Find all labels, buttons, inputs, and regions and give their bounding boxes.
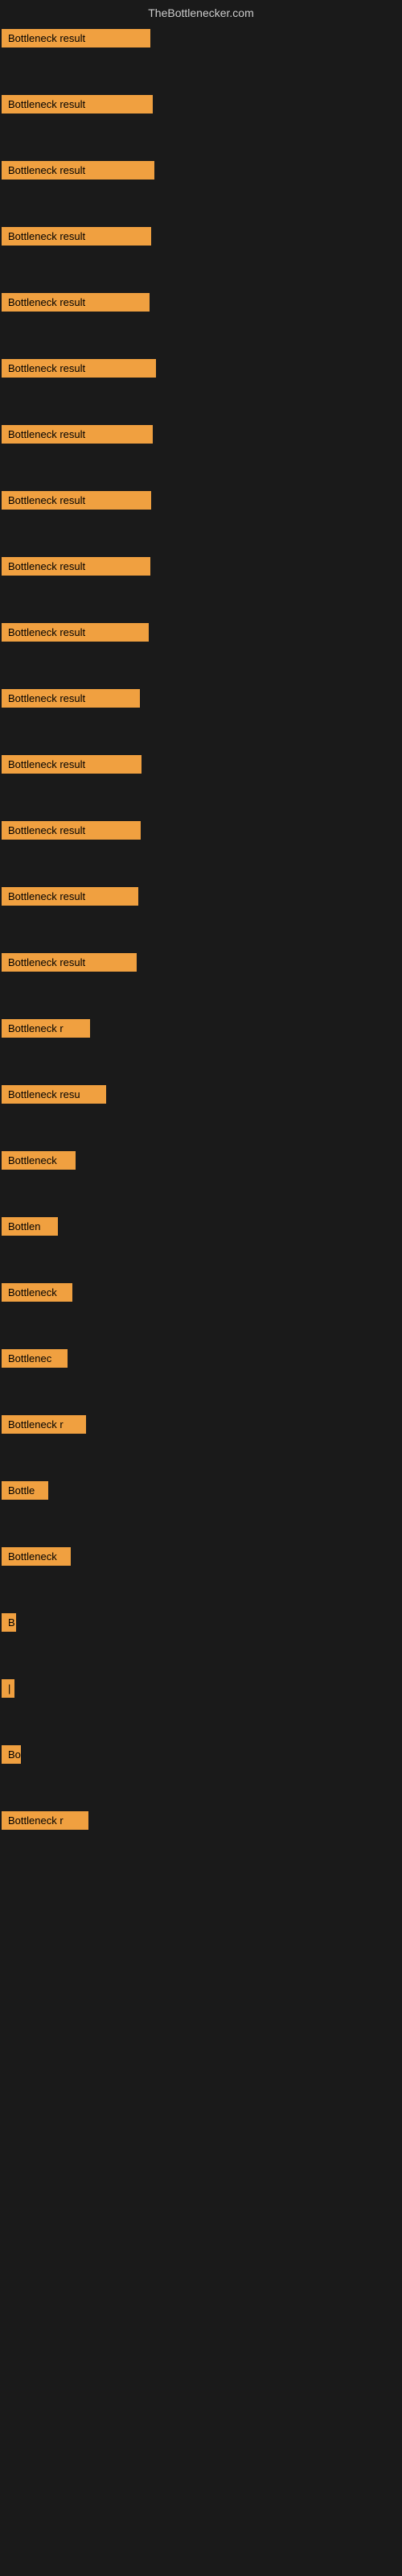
list-item: Bo — [0, 1745, 402, 1769]
list-item: Bottleneck result — [0, 425, 402, 449]
list-item: Bottleneck result — [0, 755, 402, 779]
list-item: Bottleneck result — [0, 953, 402, 977]
bottleneck-result-badge[interactable]: Bottleneck result — [2, 755, 142, 774]
bottleneck-result-badge[interactable]: Bottleneck result — [2, 557, 150, 576]
bottleneck-result-badge[interactable]: Bottleneck — [2, 1283, 72, 1302]
list-item: Bottleneck — [0, 1283, 402, 1307]
list-item: Bottleneck result — [0, 623, 402, 647]
list-item: Bottleneck resu — [0, 1085, 402, 1109]
bottleneck-result-badge[interactable]: Bottleneck r — [2, 1415, 86, 1434]
bottleneck-result-badge[interactable]: Bottleneck result — [2, 623, 149, 642]
bottleneck-result-badge[interactable]: Bottleneck result — [2, 359, 156, 378]
list-item: | — [0, 1679, 402, 1703]
list-item: Bottleneck result — [0, 161, 402, 185]
bottleneck-result-badge[interactable]: Bottleneck result — [2, 29, 150, 47]
bottleneck-result-badge[interactable]: Bottleneck r — [2, 1811, 88, 1830]
site-header: TheBottlenecker.com — [0, 0, 402, 29]
bottleneck-result-badge[interactable]: Bottleneck result — [2, 821, 141, 840]
bottleneck-result-badge[interactable]: Bottleneck result — [2, 887, 138, 906]
list-item: Bottleneck result — [0, 887, 402, 911]
list-item: Bottleneck result — [0, 29, 402, 53]
site-title: TheBottlenecker.com — [148, 6, 254, 19]
bottleneck-result-badge[interactable]: Bottleneck r — [2, 1019, 90, 1038]
list-item: B — [0, 1613, 402, 1637]
list-item: Bottle — [0, 1481, 402, 1505]
bottleneck-result-badge[interactable]: Bottleneck result — [2, 293, 150, 312]
list-item: Bottleneck r — [0, 1415, 402, 1439]
bottleneck-result-badge[interactable]: Bottleneck result — [2, 491, 151, 510]
list-item: Bottleneck result — [0, 359, 402, 383]
list-item: Bottleneck r — [0, 1019, 402, 1043]
list-item: Bottleneck result — [0, 95, 402, 119]
bottleneck-result-badge[interactable]: B — [2, 1613, 16, 1632]
bottleneck-result-badge[interactable]: Bottlenec — [2, 1349, 68, 1368]
list-item: Bottleneck result — [0, 689, 402, 713]
bottleneck-result-badge[interactable]: Bottleneck result — [2, 689, 140, 708]
page-container: TheBottlenecker.com Bottleneck result Bot… — [0, 0, 402, 1835]
list-item: Bottleneck result — [0, 293, 402, 317]
list-item: Bottlenec — [0, 1349, 402, 1373]
bottleneck-result-badge[interactable]: Bottleneck — [2, 1151, 76, 1170]
bottleneck-result-badge[interactable]: Bottleneck resu — [2, 1085, 106, 1104]
list-item: Bottlen — [0, 1217, 402, 1241]
bottleneck-result-badge[interactable]: Bo — [2, 1745, 21, 1764]
bottleneck-result-badge[interactable]: Bottlen — [2, 1217, 58, 1236]
list-item: Bottleneck — [0, 1547, 402, 1571]
bottleneck-result-badge[interactable]: Bottleneck — [2, 1547, 71, 1566]
bottleneck-result-badge[interactable]: Bottleneck result — [2, 953, 137, 972]
list-item: Bottleneck result — [0, 491, 402, 515]
bottleneck-result-badge[interactable]: Bottleneck result — [2, 227, 151, 246]
list-item: Bottleneck — [0, 1151, 402, 1175]
bottleneck-result-badge[interactable]: Bottleneck result — [2, 161, 154, 180]
list-item: Bottleneck result — [0, 557, 402, 581]
list-item: Bottleneck r — [0, 1811, 402, 1835]
bottleneck-result-badge[interactable]: Bottleneck result — [2, 95, 153, 114]
list-item: Bottleneck result — [0, 821, 402, 845]
bottleneck-result-badge[interactable]: | — [2, 1679, 14, 1698]
bottleneck-result-badge[interactable]: Bottle — [2, 1481, 48, 1500]
bottleneck-result-badge[interactable]: Bottleneck result — [2, 425, 153, 444]
list-item: Bottleneck result — [0, 227, 402, 251]
